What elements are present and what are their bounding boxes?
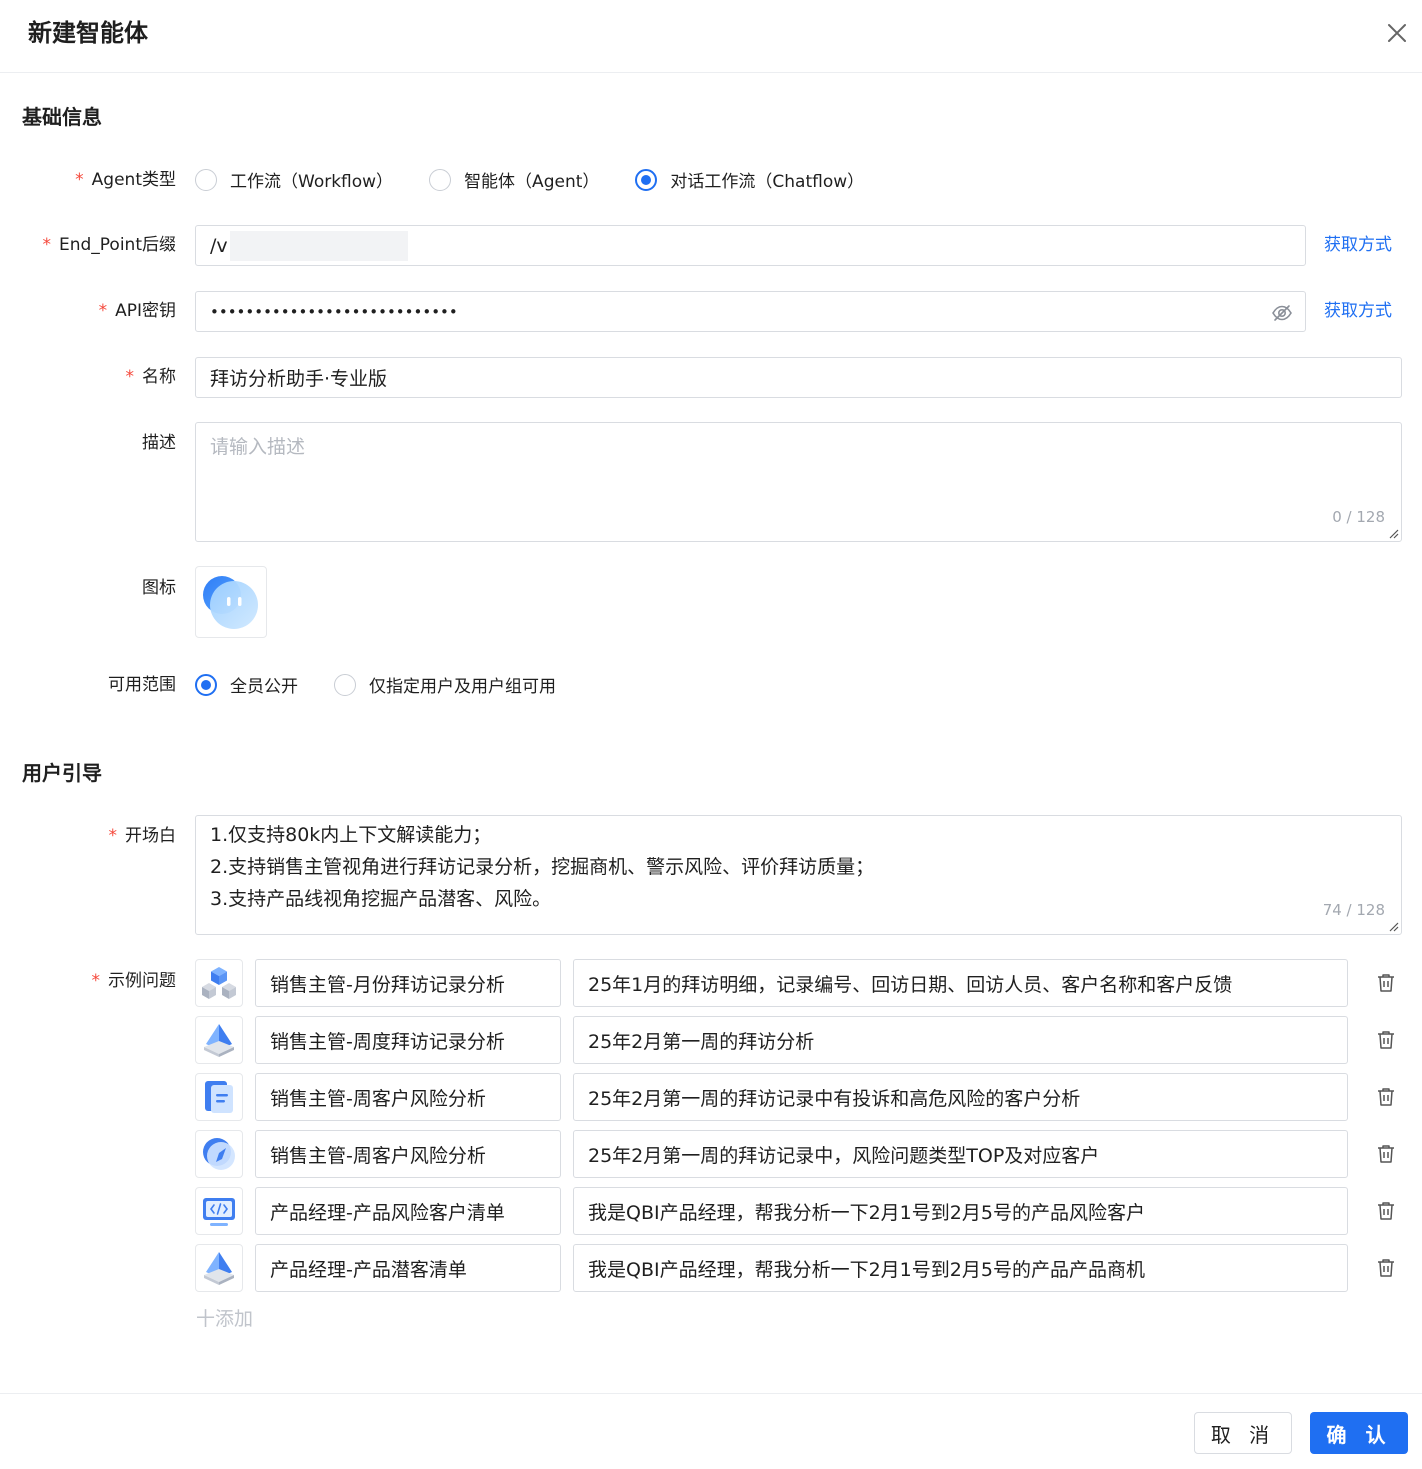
example-question-text: 我是QBI产品经理，帮我分析一下2月1号到2月5号的产品风险客户	[588, 1201, 1145, 1224]
radio-public[interactable]: 全员公开	[195, 672, 298, 697]
opening-line-1: 1.仅支持80k内上下文解读能力；	[210, 824, 492, 846]
opening-textarea[interactable]: 1.仅支持80k内上下文解读能力； 2.支持销售主管视角进行拜访记录分析，挖掘商…	[195, 815, 1402, 935]
name-input[interactable]: 拜访分析助手·专业版	[195, 357, 1402, 398]
example-icon-picker[interactable]	[195, 1244, 243, 1292]
example-title-input[interactable]: 销售主管-周度拜访记录分析	[255, 1016, 561, 1064]
api-key-value: ••••••••••••••••••••••••••••	[210, 302, 458, 321]
cancel-button[interactable]: 取 消	[1194, 1412, 1292, 1454]
radio-agent[interactable]: 智能体（Agent）	[429, 167, 599, 192]
name-value: 拜访分析助手·专业版	[210, 368, 388, 390]
example-icon-picker[interactable]	[195, 1016, 243, 1064]
dialog-header: 新建智能体	[0, 0, 1422, 73]
example-title-text: 销售主管-周客户风险分析	[270, 1144, 486, 1167]
agent-type-label: * Agent类型	[75, 170, 176, 190]
endpoint-value: /v	[210, 234, 228, 257]
section-title-guide: 用户引导	[22, 761, 102, 785]
pyramid-icon	[204, 1252, 234, 1285]
trash-icon[interactable]	[1375, 1143, 1397, 1165]
radio-workflow[interactable]: 工作流（Workflow）	[195, 167, 393, 192]
code-monitor-icon	[203, 1198, 235, 1226]
opening-line-2: 2.支持销售主管视角进行拜访记录分析，挖掘商机、警示风险、评价拜访质量；	[210, 856, 875, 878]
example-icon-picker[interactable]	[195, 1187, 243, 1235]
icon-picker[interactable]	[195, 566, 267, 638]
description-label: 描述	[142, 433, 176, 453]
trash-icon[interactable]	[1375, 972, 1397, 994]
pyramid-icon	[204, 1024, 234, 1057]
radio-restricted[interactable]: 仅指定用户及用户组可用	[334, 672, 556, 697]
section-title-basic: 基础信息	[22, 105, 102, 129]
opening-counter: 74 / 128	[1322, 901, 1385, 919]
agent-type-radio-group: 工作流（Workflow） 智能体（Agent） 对话工作流（Chatflow）	[195, 167, 900, 192]
example-question-text: 我是QBI产品经理，帮我分析一下2月1号到2月5号的产品产品商机	[588, 1258, 1145, 1281]
example-title-input[interactable]: 产品经理-产品潜客清单	[255, 1244, 561, 1292]
example-title-input[interactable]: 产品经理-产品风险客户清单	[255, 1187, 561, 1235]
chat-bubble-icon	[203, 576, 258, 629]
example-icon-picker[interactable]	[195, 1130, 243, 1178]
example-question-text: 25年2月第一周的拜访记录中，风险问题类型TOP及对应客户	[588, 1144, 1100, 1167]
radio-chatflow[interactable]: 对话工作流（Chatflow）	[635, 167, 864, 192]
scope-radio-group: 全员公开 仅指定用户及用户组可用	[195, 672, 592, 697]
opening-label: * 开场白	[108, 826, 177, 846]
example-title-input[interactable]: 销售主管-周客户风险分析	[255, 1130, 561, 1178]
cubes-icon	[202, 967, 236, 999]
example-question-text: 25年1月的拜访明细，记录编号、回访日期、回访人员、客户名称和客户反馈	[588, 973, 1233, 996]
resize-grip-icon[interactable]	[1387, 527, 1399, 539]
trash-icon[interactable]	[1375, 1029, 1397, 1051]
api-key-label: * API密钥	[98, 301, 176, 321]
example-question-input[interactable]: 25年2月第一周的拜访记录中，风险问题类型TOP及对应客户	[573, 1130, 1348, 1178]
example-question-input[interactable]: 25年2月第一周的拜访分析	[573, 1016, 1348, 1064]
example-icon-picker[interactable]	[195, 959, 243, 1007]
eye-off-icon[interactable]	[1271, 302, 1293, 324]
example-question-input[interactable]: 我是QBI产品经理，帮我分析一下2月1号到2月5号的产品产品商机	[573, 1244, 1348, 1292]
opening-line-3: 3.支持产品线视角挖掘产品潜客、风险。	[210, 888, 552, 910]
redacted-block	[229, 230, 408, 261]
example-title-text: 销售主管-月份拜访记录分析	[270, 973, 505, 996]
example-title-input[interactable]: 销售主管-月份拜访记录分析	[255, 959, 561, 1007]
example-title-text: 销售主管-周客户风险分析	[270, 1087, 486, 1110]
example-title-text: 销售主管-周度拜访记录分析	[270, 1030, 505, 1053]
examples-label: * 示例问题	[91, 971, 177, 991]
example-title-text: 产品经理-产品潜客清单	[270, 1258, 467, 1281]
example-question-text: 25年2月第一周的拜访记录中有投诉和高危风险的客户分析	[588, 1087, 1081, 1110]
endpoint-input[interactable]: /v	[195, 225, 1306, 266]
description-textarea[interactable]: 请输入描述 0 / 128	[195, 422, 1402, 542]
example-question-input[interactable]: 25年1月的拜访明细，记录编号、回访日期、回访人员、客户名称和客户反馈	[573, 959, 1348, 1007]
trash-icon[interactable]	[1375, 1200, 1397, 1222]
compass-icon	[203, 1138, 235, 1170]
resize-grip-icon[interactable]	[1387, 920, 1399, 932]
endpoint-help-link[interactable]: 获取方式	[1324, 233, 1392, 257]
close-icon[interactable]	[1382, 18, 1412, 48]
example-title-input[interactable]: 销售主管-周客户风险分析	[255, 1073, 561, 1121]
example-icon-picker[interactable]	[195, 1073, 243, 1121]
document-icon	[205, 1081, 233, 1113]
icon-label: 图标	[142, 578, 176, 598]
example-question-input[interactable]: 我是QBI产品经理，帮我分析一下2月1号到2月5号的产品风险客户	[573, 1187, 1348, 1235]
add-example-button[interactable]: 十添加	[196, 1306, 253, 1332]
endpoint-label: * End_Point后缀	[42, 235, 176, 255]
scope-label: 可用范围	[108, 675, 176, 695]
trash-icon[interactable]	[1375, 1257, 1397, 1279]
dialog-title: 新建智能体	[28, 19, 148, 47]
example-question-text: 25年2月第一周的拜访分析	[588, 1030, 815, 1053]
example-question-input[interactable]: 25年2月第一周的拜访记录中有投诉和高危风险的客户分析	[573, 1073, 1348, 1121]
trash-icon[interactable]	[1375, 1086, 1397, 1108]
description-counter: 0 / 128	[1332, 508, 1385, 526]
api-key-help-link[interactable]: 获取方式	[1324, 299, 1392, 323]
name-label: * 名称	[125, 367, 177, 387]
description-placeholder: 请输入描述	[210, 436, 306, 458]
api-key-input[interactable]: ••••••••••••••••••••••••••••	[195, 291, 1306, 332]
confirm-button[interactable]: 确 认	[1310, 1412, 1408, 1454]
example-title-text: 产品经理-产品风险客户清单	[270, 1201, 505, 1224]
